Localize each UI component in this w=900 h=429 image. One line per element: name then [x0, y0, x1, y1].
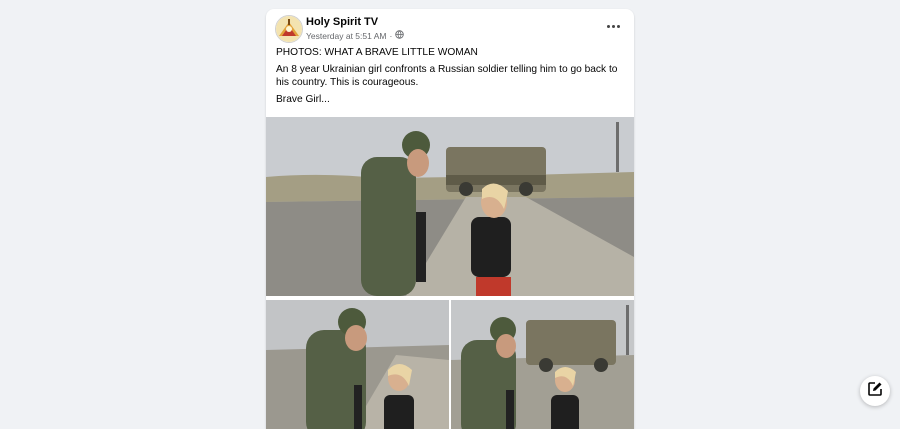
post-meta: Yesterday at 5:51 AM · [306, 30, 405, 41]
post-headline: PHOTOS: WHAT A BRAVE LITTLE WOMAN [276, 47, 478, 58]
post-photo-2[interactable] [266, 300, 449, 429]
post-timestamp[interactable]: Yesterday at 5:51 AM [306, 31, 387, 41]
more-options-icon[interactable] [604, 19, 622, 33]
post-photo-main[interactable] [266, 117, 634, 296]
photo-grid [266, 117, 634, 429]
post-tagline: Brave Girl... [276, 94, 330, 105]
page-name[interactable]: Holy Spirit TV [306, 16, 378, 28]
meta-separator: · [389, 30, 393, 41]
post-card: Holy Spirit TV Yesterday at 5:51 AM · PH… [266, 9, 634, 429]
page-avatar[interactable] [275, 15, 303, 43]
post-body: An 8 year Ukrainian girl confronts a Rus… [276, 64, 618, 88]
post-photo-3[interactable] [451, 300, 634, 429]
compose-button[interactable] [860, 376, 890, 406]
globe-icon [395, 30, 405, 41]
compose-icon [867, 381, 883, 402]
post-header: Holy Spirit TV Yesterday at 5:51 AM · [266, 9, 634, 49]
